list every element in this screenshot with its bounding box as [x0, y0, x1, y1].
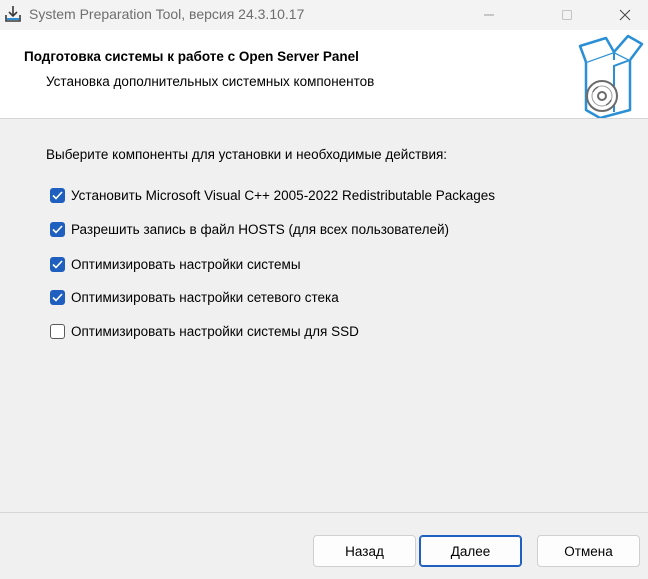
checkbox-checked[interactable] [50, 187, 65, 203]
option-label: Разрешить запись в файл HOSTS (для всех … [71, 221, 450, 237]
window-title: System Preparation Tool, версия 24.3.10.… [29, 6, 305, 22]
option-label: Установить Microsoft Visual C++ 2005-202… [71, 187, 496, 203]
close-icon [619, 9, 631, 21]
title-bar[interactable]: System Preparation Tool, версия 24.3.10.… [0, 0, 648, 30]
option-label: Оптимизировать настройки системы [71, 256, 301, 272]
open-box-disc-icon [578, 32, 644, 120]
components-prompt: Выберите компоненты для установки и необ… [46, 147, 448, 162]
option-allow-hosts-write[interactable]: Разрешить запись в файл HOSTS (для всех … [50, 219, 449, 239]
checkmark-icon [52, 224, 63, 234]
option-optimize-ssd[interactable]: Оптимизировать настройки системы для SSD [50, 321, 359, 341]
download-installer-icon [3, 4, 23, 24]
checkmark-icon [52, 259, 63, 269]
back-button[interactable]: Назад [313, 535, 416, 567]
page-title: Подготовка системы к работе с Open Serve… [24, 49, 359, 64]
option-label: Оптимизировать настройки системы для SSD [71, 323, 359, 339]
checkbox-checked[interactable] [50, 221, 65, 237]
checkbox-checked[interactable] [50, 256, 65, 272]
minimize-button[interactable] [466, 0, 512, 30]
cancel-button[interactable]: Отмена [537, 535, 640, 567]
maximize-icon [562, 10, 572, 20]
checkmark-icon [52, 190, 63, 200]
setup-window: System Preparation Tool, версия 24.3.10.… [0, 0, 648, 579]
wizard-header: Подготовка системы к работе с Open Serve… [0, 30, 648, 120]
checkbox-unchecked[interactable] [50, 323, 65, 339]
option-optimize-network[interactable]: Оптимизировать настройки сетевого стека [50, 287, 339, 307]
checkbox-checked[interactable] [50, 289, 65, 305]
close-button[interactable] [602, 0, 648, 30]
option-install-vcredist[interactable]: Установить Microsoft Visual C++ 2005-202… [50, 185, 495, 205]
maximize-button[interactable] [544, 0, 590, 30]
option-label: Оптимизировать настройки сетевого стека [71, 289, 339, 305]
page-subtitle: Установка дополнительных системных компо… [46, 74, 375, 89]
next-button[interactable]: Далее [419, 535, 522, 567]
footer-divider [0, 512, 648, 513]
checkmark-icon [52, 292, 63, 302]
minimize-icon [484, 14, 494, 16]
option-optimize-system[interactable]: Оптимизировать настройки системы [50, 254, 301, 274]
